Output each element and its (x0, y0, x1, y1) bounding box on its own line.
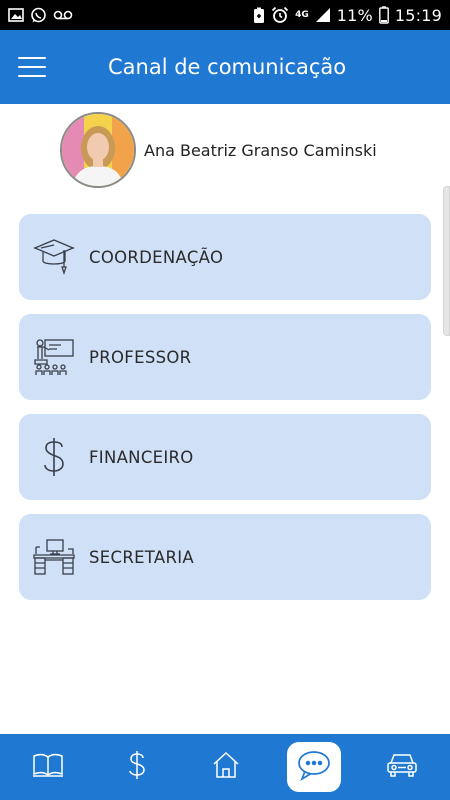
dollar-icon (128, 750, 146, 784)
menu-item-coordenacao[interactable]: COORDENAÇÃO (19, 214, 431, 300)
whatsapp-icon (30, 7, 47, 24)
voicemail-icon (53, 9, 73, 21)
teacher-board-icon (19, 314, 89, 400)
clock: 15:19 (394, 5, 442, 25)
nav-home[interactable] (198, 739, 254, 795)
graduation-cap-icon (19, 214, 89, 300)
signal-icon (315, 7, 331, 23)
home-icon (211, 750, 241, 784)
nav-transport[interactable] (374, 739, 430, 795)
network-type: 4G (295, 9, 309, 20)
battery-icon (378, 6, 389, 24)
book-icon (32, 752, 64, 782)
nav-financeiro[interactable] (109, 739, 165, 795)
office-desk-icon (19, 514, 89, 600)
scroll-indicator[interactable] (443, 186, 450, 336)
menu-item-professor[interactable]: PROFESSOR (19, 314, 431, 400)
car-icon (386, 752, 418, 782)
profile: Ana Beatriz Granso Caminski (60, 112, 377, 188)
battery-saver-icon (253, 7, 265, 24)
alarm-icon (271, 6, 289, 24)
dollar-icon (19, 414, 89, 500)
nav-book[interactable] (20, 739, 76, 795)
app-bar: Canal de comunicação (0, 30, 450, 104)
status-left (8, 7, 73, 24)
menu-item-label: PROFESSOR (89, 347, 192, 367)
status-right: 4G 11% 15:19 (253, 6, 442, 25)
menu-item-label: SECRETARIA (89, 547, 195, 567)
hamburger-icon[interactable] (0, 30, 64, 104)
nav-chat[interactable] (286, 742, 341, 792)
image-icon (8, 7, 24, 23)
menu-item-label: COORDENAÇÃO (89, 247, 224, 267)
profile-name: Ana Beatriz Granso Caminski (144, 140, 377, 160)
menu-item-financeiro[interactable]: FINANCEIRO (19, 414, 431, 500)
page-title: Canal de comunicação (108, 55, 347, 79)
menu-item-label: FINANCEIRO (89, 447, 194, 467)
battery-percent: 11% (336, 5, 373, 25)
chat-icon (296, 748, 332, 786)
avatar (60, 112, 136, 188)
bottom-nav (0, 734, 450, 800)
menu-item-secretaria[interactable]: SECRETARIA (19, 514, 431, 600)
status-bar: 4G 11% 15:19 (0, 0, 450, 30)
